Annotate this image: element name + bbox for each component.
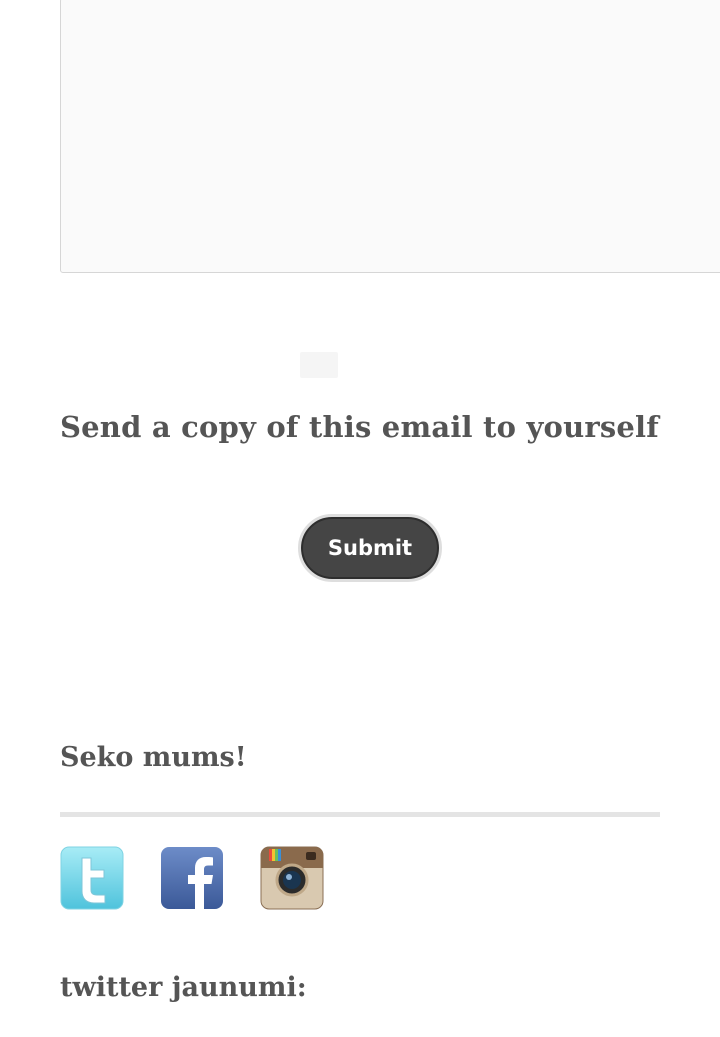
copy-email-checkbox[interactable] <box>300 352 338 378</box>
submit-button[interactable]: Submit <box>298 514 442 582</box>
twitter-icon[interactable] <box>60 846 124 910</box>
twitter-news-heading: twitter jaunumi: <box>60 972 307 1003</box>
instagram-icon[interactable] <box>260 846 324 910</box>
divider <box>60 812 660 817</box>
follow-us-heading: Seko mums! <box>60 742 247 773</box>
message-textarea[interactable] <box>60 0 720 273</box>
copy-email-label[interactable]: Send a copy of this email to yourself <box>60 410 659 444</box>
facebook-icon[interactable] <box>160 846 224 910</box>
copy-email-row: Send a copy of this email to yourself <box>60 330 720 460</box>
